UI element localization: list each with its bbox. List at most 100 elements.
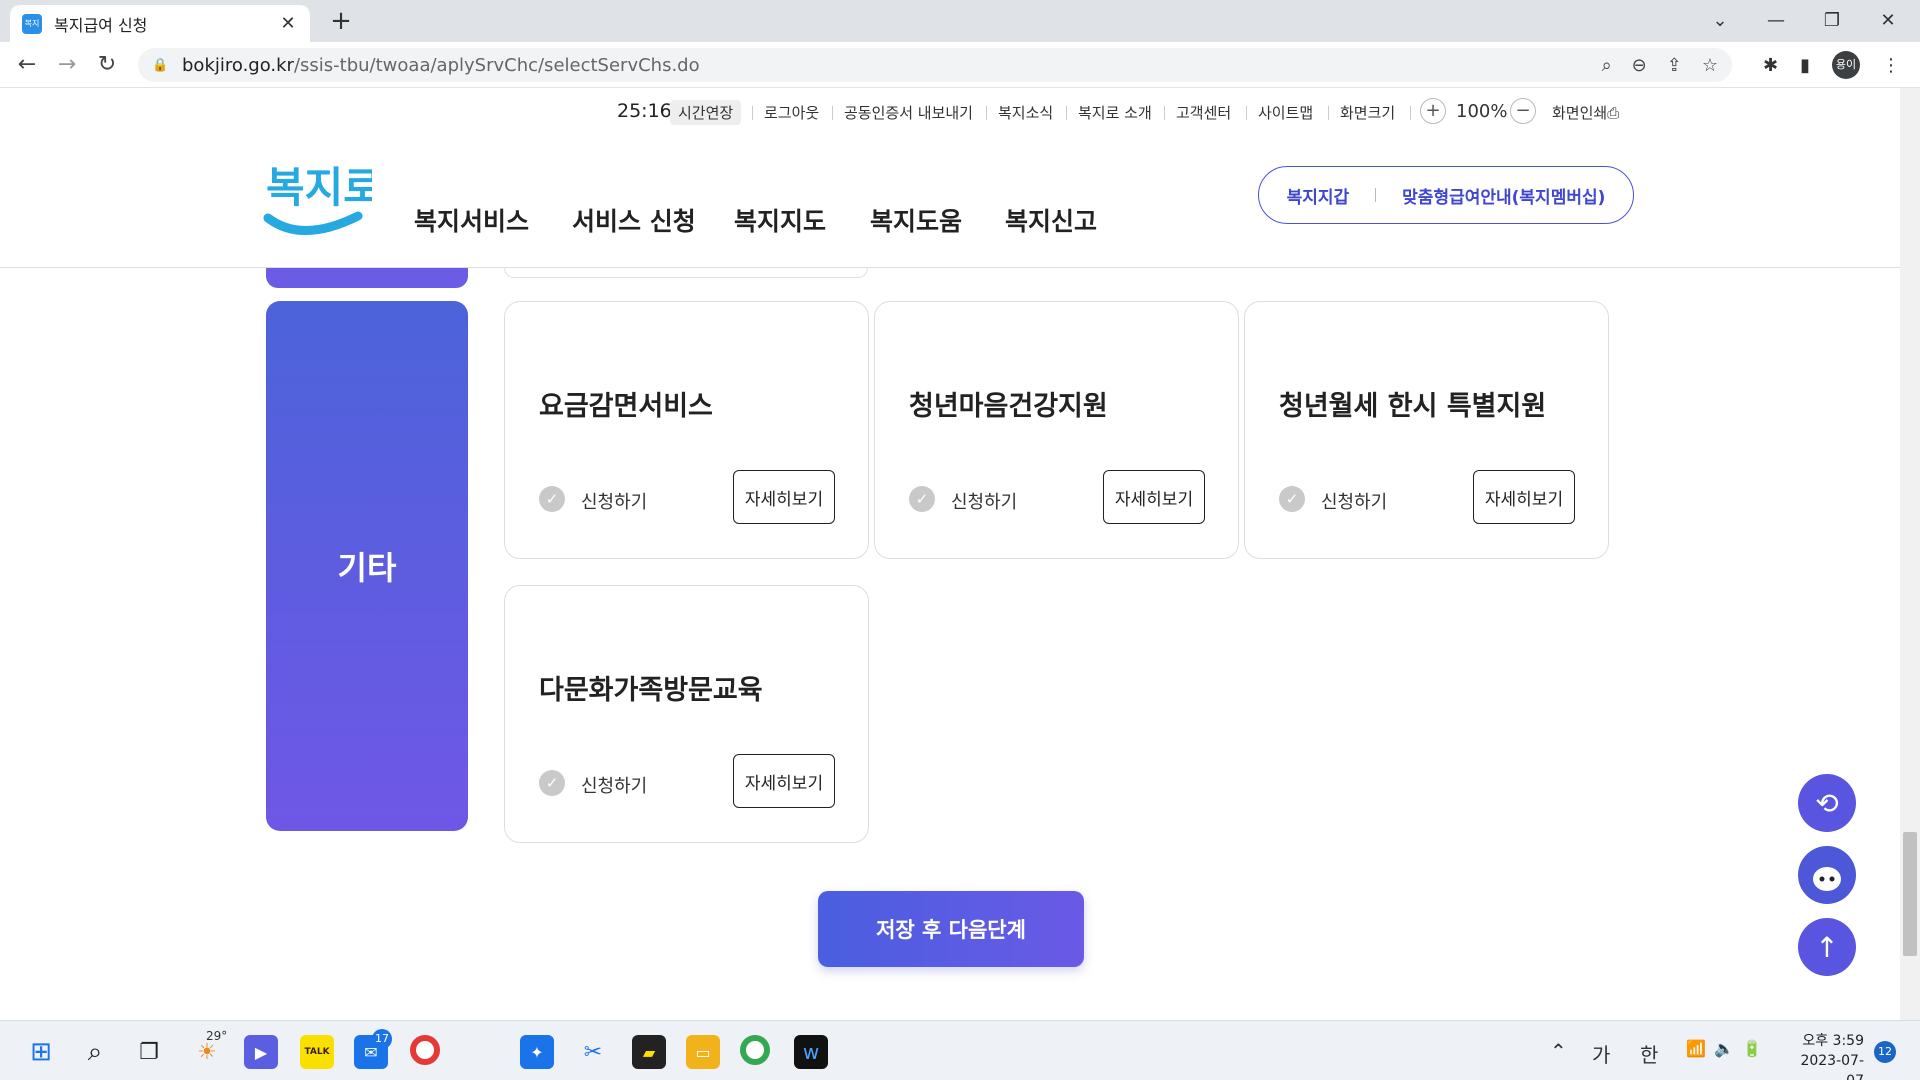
extend-time-button[interactable]: 시간연장 bbox=[670, 100, 742, 125]
service-card: 청년월세 한시 특별지원 ✓ 신청하기 자세히보기 bbox=[1244, 301, 1609, 559]
security-shield-icon[interactable]: ✦ bbox=[520, 1035, 554, 1069]
divider bbox=[1246, 106, 1247, 120]
side-panel-icon[interactable]: ▮ bbox=[1800, 55, 1810, 76]
session-timer: 25:16 bbox=[617, 100, 672, 122]
divider bbox=[1066, 106, 1067, 120]
webex-icon[interactable]: w bbox=[794, 1035, 828, 1069]
ime-ga[interactable]: 가 bbox=[1592, 1039, 1610, 1068]
apply-label[interactable]: 신청하기 bbox=[951, 488, 1017, 514]
apply-label[interactable]: 신청하기 bbox=[581, 488, 647, 514]
tray-chevron-icon[interactable]: ⌃ bbox=[1550, 1039, 1567, 1063]
nav-welfare-map[interactable]: 복지지도 bbox=[734, 202, 826, 238]
support-link[interactable]: 고객센터 bbox=[1176, 102, 1231, 123]
utility-bar: 25:16 시간연장 로그아웃 공동인증서 내보내기 복지소식 복지로 소개 고… bbox=[0, 88, 1900, 140]
check-icon[interactable]: ✓ bbox=[909, 486, 935, 512]
scroll-top-arrow-icon[interactable]: ↑ bbox=[1798, 918, 1856, 976]
window-close-icon[interactable]: ✕ bbox=[1860, 0, 1916, 40]
clock[interactable]: 오후 3:59 2023-07-07 bbox=[1784, 1031, 1864, 1080]
file-explorer-icon[interactable]: ▭ bbox=[686, 1035, 720, 1069]
kakaotalk-icon[interactable]: TALK bbox=[300, 1035, 334, 1069]
tab-close-icon[interactable]: ✕ bbox=[278, 13, 298, 34]
print-label: 화면인쇄 bbox=[1552, 104, 1608, 122]
previous-category-tab-edge bbox=[266, 268, 468, 288]
back-icon[interactable]: ← bbox=[12, 50, 42, 80]
welfare-wallet-link[interactable]: 복지지갑 bbox=[1287, 183, 1350, 208]
reload-icon[interactable]: ↻ bbox=[92, 50, 122, 80]
battery-icon[interactable]: 🔋 bbox=[1742, 1039, 1762, 1058]
divider bbox=[832, 106, 833, 120]
check-icon[interactable]: ✓ bbox=[1279, 486, 1305, 512]
divider bbox=[1410, 106, 1411, 120]
minimize-icon[interactable]: — bbox=[1748, 0, 1804, 40]
service-title: 다문화가족방문교육 bbox=[539, 675, 763, 706]
windows-start-icon[interactable]: ⊞ bbox=[24, 1035, 58, 1069]
extensions-puzzle-icon[interactable]: ✱ bbox=[1763, 55, 1778, 76]
weather-temp: 29° bbox=[206, 1029, 228, 1043]
detail-button[interactable]: 자세히보기 bbox=[1473, 470, 1575, 524]
nav-welfare-services[interactable]: 복지서비스 bbox=[414, 202, 529, 238]
news-link[interactable]: 복지소식 bbox=[998, 102, 1053, 123]
site-header: 복지로 복지서비스 서비스 신청 복지지도 복지도움 복지신고 복지지갑 맞춤형… bbox=[0, 140, 1900, 268]
save-next-button[interactable]: 저장 후 다음단계 bbox=[818, 891, 1084, 967]
nav-welfare-help[interactable]: 복지도움 bbox=[870, 202, 962, 238]
detail-button[interactable]: 자세히보기 bbox=[733, 470, 835, 524]
url-path: /ssis-tbu/twoaa/aplySrvChc/selectServChs… bbox=[293, 54, 700, 76]
forward-icon[interactable]: → bbox=[52, 50, 82, 80]
membership-link[interactable]: 맞춤형급여안내(복지멤버십) bbox=[1402, 183, 1605, 208]
history-icon[interactable]: ⟲ bbox=[1798, 774, 1856, 832]
profile-avatar[interactable]: 용이 bbox=[1832, 51, 1860, 79]
divider bbox=[1164, 106, 1165, 120]
wifi-icon[interactable]: 📶 bbox=[1686, 1039, 1706, 1058]
check-icon[interactable]: ✓ bbox=[539, 770, 565, 796]
address-bar-area: ← → ↻ 🔒 bokjiro.go.kr/ssis-tbu/twoaa/apl… bbox=[0, 42, 1920, 88]
print-link[interactable]: 화면인쇄⎙ bbox=[1552, 102, 1619, 123]
cert-export-link[interactable]: 공동인증서 내보내기 bbox=[844, 102, 973, 123]
browser-tab[interactable]: 복지 복지급여 신청 ✕ bbox=[10, 5, 310, 42]
site-favicon-icon: 복지 bbox=[22, 13, 42, 34]
tab-search-chevron-icon[interactable]: ⌄ bbox=[1692, 0, 1748, 40]
restore-icon[interactable]: ❐ bbox=[1804, 0, 1860, 40]
detail-button[interactable]: 자세히보기 bbox=[1103, 470, 1205, 524]
meet-icon[interactable]: ▶ bbox=[244, 1035, 278, 1069]
screen-size-label: 화면크기 bbox=[1340, 104, 1396, 122]
search-icon[interactable]: ⌕ bbox=[1602, 55, 1612, 76]
page-viewport: 25:16 시간연장 로그아웃 공동인증서 내보내기 복지소식 복지로 소개 고… bbox=[0, 88, 1920, 1020]
check-icon[interactable]: ✓ bbox=[539, 486, 565, 512]
scrollbar-thumb[interactable] bbox=[1903, 832, 1917, 956]
sitemap-link[interactable]: 사이트맵 bbox=[1258, 102, 1313, 123]
menu-kebab-icon[interactable]: ⋮ bbox=[1882, 55, 1900, 76]
service-title: 청년마음건강지원 bbox=[909, 391, 1108, 422]
search-icon[interactable]: ⌕ bbox=[78, 1035, 112, 1069]
new-tab-icon[interactable]: + bbox=[326, 6, 356, 36]
snipping-tool-icon[interactable]: ✂ bbox=[576, 1035, 610, 1069]
sticky-notes-icon[interactable]: ▰ bbox=[632, 1035, 666, 1069]
bookmark-star-icon[interactable]: ☆ bbox=[1702, 55, 1718, 76]
apply-label[interactable]: 신청하기 bbox=[581, 772, 647, 798]
detail-button[interactable]: 자세히보기 bbox=[733, 754, 835, 808]
chrome-active-icon[interactable] bbox=[740, 1035, 770, 1065]
zoom-out-button[interactable]: − bbox=[1510, 98, 1536, 124]
tab-title: 복지급여 신청 bbox=[54, 15, 148, 35]
notification-badge[interactable]: 12 bbox=[1874, 1041, 1896, 1063]
lock-icon[interactable]: 🔒 bbox=[152, 58, 168, 73]
category-title: 기타 bbox=[337, 549, 397, 587]
chatbot-mascot-icon[interactable] bbox=[1798, 846, 1856, 904]
apply-label[interactable]: 신청하기 bbox=[1321, 488, 1387, 514]
task-view-icon[interactable]: ❐ bbox=[132, 1035, 166, 1069]
printer-icon: ⎙ bbox=[1607, 104, 1620, 122]
zoom-in-button[interactable]: + bbox=[1420, 98, 1446, 124]
nav-service-apply[interactable]: 서비스 신청 bbox=[572, 202, 696, 238]
share-icon[interactable]: ⇪ bbox=[1667, 55, 1682, 76]
chrome-icon[interactable] bbox=[410, 1035, 440, 1065]
nav-welfare-report[interactable]: 복지신고 bbox=[1005, 202, 1097, 238]
about-link[interactable]: 복지로 소개 bbox=[1078, 102, 1152, 123]
volume-icon[interactable]: 🔈 bbox=[1714, 1039, 1734, 1058]
url-domain: bokjiro.go.kr bbox=[182, 54, 294, 76]
url-bar[interactable]: 🔒 bokjiro.go.kr/ssis-tbu/twoaa/aplySrvCh… bbox=[138, 48, 1732, 82]
logout-link[interactable]: 로그아웃 bbox=[764, 102, 819, 123]
logo-text: 복지로 bbox=[266, 163, 372, 212]
windows-taskbar: ⊞ ⌕ ❐ ☀ 29° ▶ TALK ✉ 17 ✦ ✂ ▰ ▭ w ⌃ 가 한 … bbox=[0, 1020, 1920, 1080]
bokjiro-logo[interactable]: 복지로 bbox=[262, 146, 372, 256]
zoom-out-icon[interactable]: ⊖ bbox=[1632, 55, 1647, 76]
ime-han[interactable]: 한 bbox=[1640, 1039, 1658, 1068]
